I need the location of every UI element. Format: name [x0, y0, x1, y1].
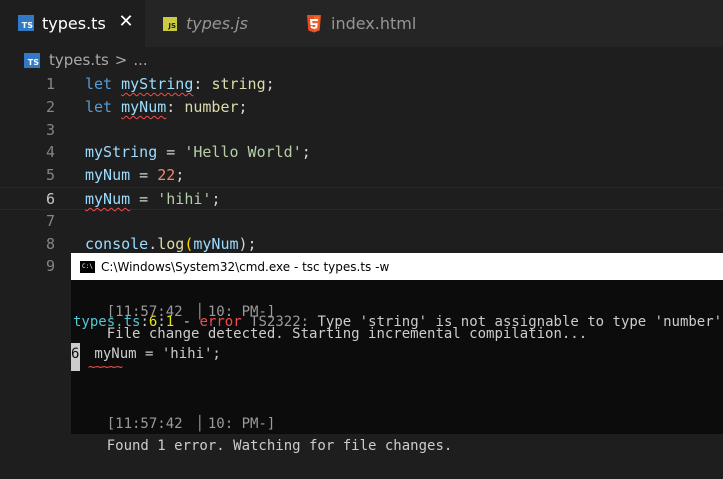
cmd-window[interactable]: C:\ C:\Windows\System32\cmd.exe - tsc ty… [71, 253, 723, 454]
code-token: = [130, 190, 158, 208]
code-token: = [157, 143, 185, 162]
code-token: myNum [121, 97, 167, 116]
code-token: 22 [157, 166, 176, 185]
error-file: types.ts [73, 314, 141, 330]
line-number: 3 [45, 120, 55, 139]
code-token: ; [211, 190, 221, 208]
code-line[interactable]: 5 myNum = 22; [0, 164, 723, 187]
close-icon[interactable]: ✕ [117, 12, 135, 32]
line-number: 5 [45, 166, 55, 185]
code-token: log [157, 234, 185, 253]
tab-index-html[interactable]: index.html [290, 0, 440, 47]
tab-label: types.js [186, 14, 248, 33]
code-token: ; [175, 166, 185, 185]
code-token: myNum [193, 234, 239, 253]
line-number: 9 [45, 257, 55, 276]
code-text: let myNum: number; [85, 96, 248, 119]
tab-types-ts[interactable]: TS types.ts ✕ [0, 0, 145, 47]
typescript-icon: TS [18, 15, 34, 31]
code-line[interactable]: 1 let myString: string; [0, 73, 723, 96]
tab-types-js[interactable]: JS types.js [145, 0, 290, 47]
typescript-icon: TS [24, 52, 40, 68]
code-token: myString [85, 143, 158, 162]
line-number: 8 [45, 234, 55, 253]
code-token: : [193, 75, 212, 93]
code-token: 'Hello World' [184, 143, 302, 162]
code-token: : [166, 97, 185, 116]
code-token: myNum [85, 166, 131, 185]
code-token: let [85, 75, 122, 93]
separator: - [174, 314, 200, 330]
tab-bar: TS types.ts ✕ JS types.js index.html [0, 0, 723, 47]
code-token: myString [121, 75, 194, 93]
code-token: myNum [85, 190, 131, 208]
code-editor[interactable]: 1 let myString: string; 2 let myNum: number… [0, 73, 723, 275]
code-token: . [148, 234, 158, 253]
separator: : [157, 314, 166, 330]
error-code: TS2322: [241, 314, 310, 330]
error-underline: ~~~~~ [88, 360, 123, 375]
cmd-title: C:\Windows\System32\cmd.exe - tsc types.… [101, 259, 390, 274]
code-line[interactable]: 6 myNum = 'hihi'; [0, 187, 723, 210]
line-number: 2 [45, 97, 55, 116]
code-text: myString = 'Hello World'; [85, 141, 311, 164]
code-token: = [130, 166, 158, 185]
line-number: 6 [45, 190, 55, 208]
tab-label: types.ts [42, 13, 106, 33]
cmd-title-bar[interactable]: C:\ C:\Windows\System32\cmd.exe - tsc ty… [71, 253, 723, 280]
code-line[interactable]: 4 myString = 'Hello World'; [0, 141, 723, 164]
breadcrumb-separator: > [114, 51, 128, 69]
cmd-output-line: [11:57:42 ▏10: PM-] Found 1 error. Watch… [73, 391, 453, 454]
breadcrumb: TS types.ts > ... [0, 47, 723, 73]
tab-label: index.html [331, 14, 417, 33]
code-token: let [85, 97, 122, 116]
code-token: 'hihi' [157, 190, 212, 208]
error-label: error [199, 314, 242, 330]
cmd-output-line: [11:57:42 ▏10: PM-] File change detected… [73, 279, 587, 342]
code-token: ; [265, 75, 275, 93]
timestamp: [11:57:42 ▏10: PM-] [106, 416, 276, 432]
error-message: Type 'string' is not assignable to type … [309, 314, 723, 330]
code-text: myNum = 'hihi'; [85, 188, 220, 211]
code-token: ); [238, 234, 257, 253]
cmd-error-line: types.ts:6:1 - error TS2322: Type 'strin… [73, 311, 723, 333]
code-line-number: 6 [71, 343, 80, 371]
code-line[interactable]: 7 [0, 210, 723, 233]
code-token: ; [238, 97, 248, 116]
code-text: myNum = 22; [85, 164, 184, 187]
code-line[interactable]: 3 [0, 119, 723, 142]
error-col: 1 [165, 314, 175, 330]
code-token: ; [301, 143, 311, 162]
html5-icon [307, 14, 321, 32]
line-number: 4 [45, 143, 55, 162]
code-line[interactable]: 2 let myNum: number; [0, 96, 723, 119]
line-number: 1 [45, 75, 55, 93]
line-number: 7 [45, 211, 55, 230]
code-token: console [85, 234, 149, 253]
code-token: string [211, 75, 266, 93]
breadcrumb-symbols[interactable]: ... [133, 51, 147, 69]
separator: : [140, 314, 149, 330]
code-token: number [184, 97, 239, 116]
javascript-icon: JS [163, 16, 177, 31]
code-text: let myString: string; [85, 73, 275, 96]
breadcrumb-file[interactable]: types.ts [49, 51, 109, 69]
message: Found 1 error. Watching for file changes… [106, 438, 453, 454]
cmd-icon: C:\ [80, 260, 95, 273]
